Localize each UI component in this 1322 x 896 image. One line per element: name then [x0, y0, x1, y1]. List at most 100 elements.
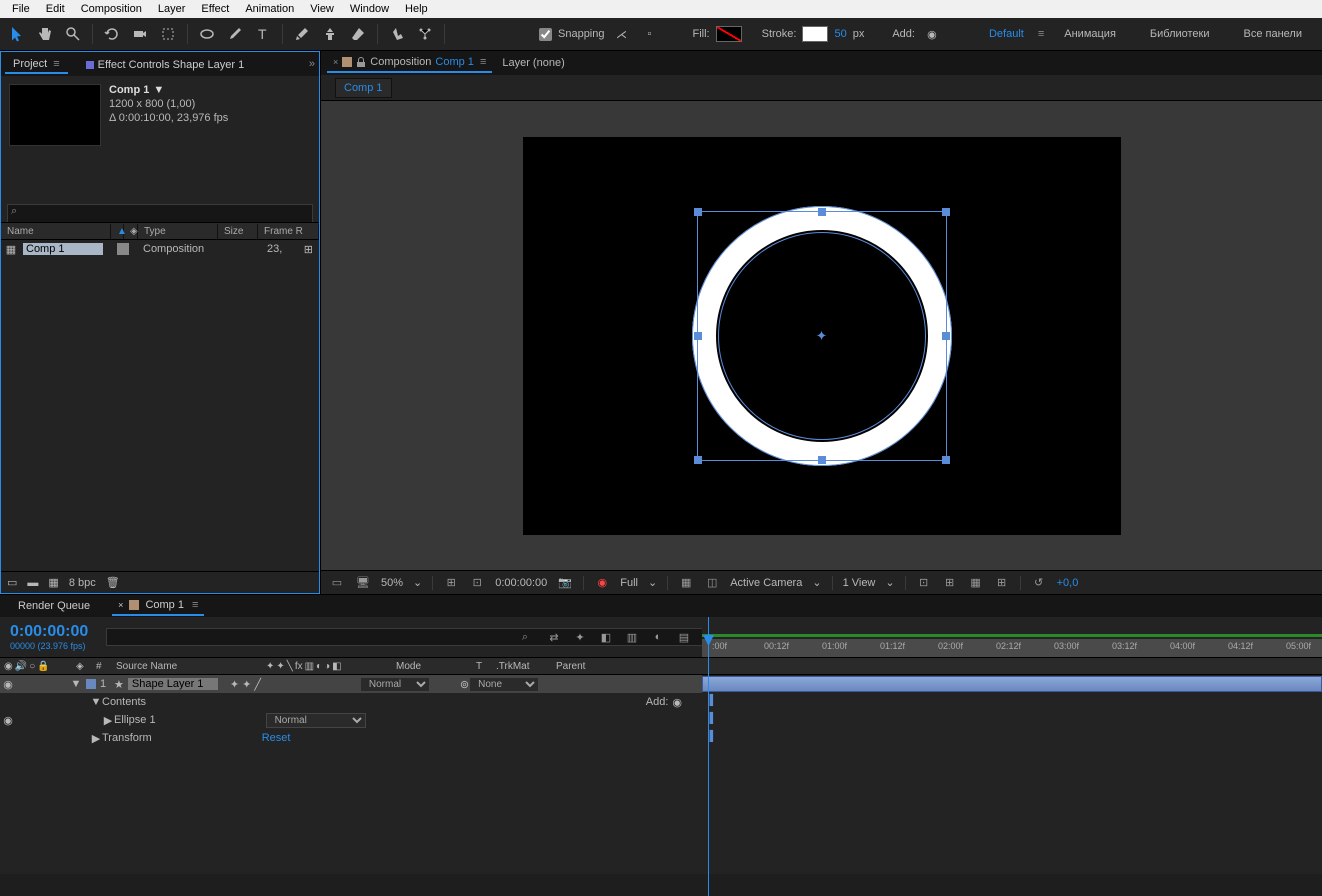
workspace-libraries[interactable]: Библиотеки	[1136, 26, 1224, 42]
snap-extend-icon[interactable]: ⋌	[611, 23, 633, 45]
zoom-level[interactable]: 50%	[381, 577, 403, 589]
ellipse-expand-icon[interactable]: ▶	[102, 714, 114, 727]
fast-previews-icon[interactable]: ⊞	[942, 575, 958, 591]
layer-contents-row[interactable]: ▼ Contents Add: ◉	[0, 693, 702, 711]
col-trkmat[interactable]: .TrkMat	[492, 661, 552, 672]
always-preview-icon[interactable]: ▭	[329, 575, 345, 591]
brush-tool-icon[interactable]	[291, 23, 313, 45]
comp-flowchart-icon[interactable]: ⊞	[994, 575, 1010, 591]
selection-tool-icon[interactable]	[6, 23, 28, 45]
work-area-bar[interactable]	[702, 634, 1322, 637]
snapping-checkbox[interactable]	[539, 28, 552, 41]
graph-editor-icon[interactable]: ▤	[676, 629, 692, 645]
resolution-dropdown[interactable]: Full	[620, 577, 638, 589]
panel-overflow-icon[interactable]: »	[309, 58, 315, 70]
comp-mini-flowchart-icon[interactable]: ⇄	[546, 629, 562, 645]
draft3d-icon[interactable]: ✦	[572, 629, 588, 645]
video-col-icon[interactable]: ◉	[4, 661, 13, 672]
menu-layer[interactable]: Layer	[150, 2, 194, 16]
project-row[interactable]: ▦ Comp 1 Composition 23, ⊞	[1, 240, 319, 258]
motion-blur-icon[interactable]: ◐	[650, 629, 666, 645]
project-item-name[interactable]: Comp 1	[23, 243, 103, 255]
stroke-width-value[interactable]: 50	[834, 28, 846, 40]
timeline-ruler[interactable]: :00f 00:12f 01:00f 01:12f 02:00f 02:12f …	[702, 617, 1322, 657]
tab-composition-viewer[interactable]: × Composition Comp 1 ≡	[327, 53, 492, 73]
timeline-icon[interactable]: ▦	[968, 575, 984, 591]
pen-tool-icon[interactable]	[224, 23, 246, 45]
menu-edit[interactable]: Edit	[38, 2, 73, 16]
col-number[interactable]: #	[92, 661, 112, 672]
close-timeline-tab-icon[interactable]: ×	[118, 600, 123, 610]
layer-row-shape[interactable]: ◉ ▼ 1 ★ Shape Layer 1 ✦ ✦ ╱ Normal ⊚ Non…	[0, 675, 702, 693]
layer-trkmat-select[interactable]: None	[469, 677, 539, 692]
ellipse-mode-select[interactable]: Normal	[266, 713, 366, 728]
audio-col-icon[interactable]: 🔊	[15, 661, 27, 672]
fill-swatch[interactable]	[716, 26, 742, 42]
project-search-input[interactable]	[7, 204, 313, 223]
flowchart-icon[interactable]: ⊞	[304, 243, 313, 256]
sel-handle-tc[interactable]	[818, 208, 826, 216]
views-dropdown[interactable]: 1 View	[843, 577, 876, 589]
frame-blend-icon[interactable]: ▥	[624, 629, 640, 645]
chevron-down-icon[interactable]: ▼	[153, 84, 164, 96]
col-type[interactable]: Type	[138, 224, 218, 239]
zoom-tool-icon[interactable]	[62, 23, 84, 45]
new-folder-icon[interactable]: ▬	[27, 577, 38, 589]
tab-project[interactable]: Project ≡	[5, 54, 68, 74]
clone-stamp-tool-icon[interactable]	[319, 23, 341, 45]
snapshot-icon[interactable]: 📷	[557, 575, 573, 591]
sel-handle-tl[interactable]	[694, 208, 702, 216]
layer-expand-icon[interactable]: ▼	[70, 678, 82, 690]
puppet-tool-icon[interactable]	[414, 23, 436, 45]
col-size[interactable]: Size	[218, 224, 258, 239]
bpc-label[interactable]: 8 bpc	[69, 577, 96, 589]
workspace-animation[interactable]: Анимация	[1050, 26, 1130, 42]
zoom-dropdown-icon[interactable]: ⌄	[413, 576, 422, 589]
col-framerate[interactable]: Frame R	[258, 224, 319, 239]
contents-expand-icon[interactable]: ▼	[90, 696, 102, 708]
tab-render-queue[interactable]: Render Queue	[12, 597, 96, 615]
ellipse-visibility-icon[interactable]: ◉	[0, 714, 16, 727]
col-source-name[interactable]: Source Name	[112, 661, 262, 672]
new-comp-icon[interactable]: ▦	[48, 576, 58, 589]
views-dropdown-icon[interactable]: ⌄	[885, 576, 894, 589]
timeline-track-area[interactable]: ▐ ▐ ▐	[702, 675, 1322, 874]
rotate-tool-icon[interactable]	[101, 23, 123, 45]
layer-visibility-icon[interactable]: ◉	[0, 678, 16, 691]
label-color-icon[interactable]	[117, 243, 129, 255]
resolution-dropdown-icon[interactable]: ⌄	[648, 576, 657, 589]
col-parent[interactable]: Parent	[552, 661, 652, 672]
rectangle-tool-icon[interactable]	[196, 23, 218, 45]
composition-name[interactable]: Comp 1 ▼	[109, 84, 228, 96]
camera-dropdown-icon[interactable]: ⌄	[812, 576, 821, 589]
layer-transform-row[interactable]: ▶ Transform Reset	[0, 729, 702, 747]
tab-layer-viewer[interactable]: Layer (none)	[496, 54, 570, 72]
menu-composition[interactable]: Composition	[73, 2, 150, 16]
comp-tab-menu-icon[interactable]: ≡	[480, 56, 486, 68]
lock-col-icon[interactable]: 🔒	[37, 661, 49, 672]
sel-handle-lc[interactable]	[694, 332, 702, 340]
pan-behind-tool-icon[interactable]	[157, 23, 179, 45]
camera-tool-icon[interactable]	[129, 23, 151, 45]
anchor-point-icon[interactable]: ✦	[816, 327, 828, 344]
sel-handle-tr[interactable]	[942, 208, 950, 216]
project-menu-icon[interactable]: ≡	[53, 58, 59, 70]
menu-animation[interactable]: Animation	[237, 2, 302, 16]
col-t[interactable]: T	[472, 661, 492, 672]
col-name[interactable]: Name	[1, 224, 111, 239]
preview-timecode[interactable]: 0:00:00:00	[495, 577, 547, 589]
pixel-aspect-icon[interactable]: ⊡	[916, 575, 932, 591]
sel-handle-bc[interactable]	[818, 456, 826, 464]
stroke-swatch[interactable]	[802, 26, 828, 42]
tab-effect-controls[interactable]: Effect Controls Shape Layer 1	[78, 55, 253, 73]
type-tool-icon[interactable]: T	[252, 23, 274, 45]
layer-label-color[interactable]	[86, 679, 96, 689]
trkmat-link-icon[interactable]: ⊚	[460, 678, 469, 691]
channels-icon[interactable]: ◉	[594, 575, 610, 591]
col-mode[interactable]: Mode	[392, 661, 472, 672]
add-contents-icon[interactable]: ◉	[672, 696, 682, 709]
col-label-icon[interactable]: ◈	[124, 224, 138, 239]
layer-ellipse-row[interactable]: ◉ ▶ Ellipse 1 Normal	[0, 711, 702, 729]
mask-icon[interactable]: ◫	[704, 575, 720, 591]
snapping-toggle[interactable]: Snapping	[539, 28, 605, 41]
